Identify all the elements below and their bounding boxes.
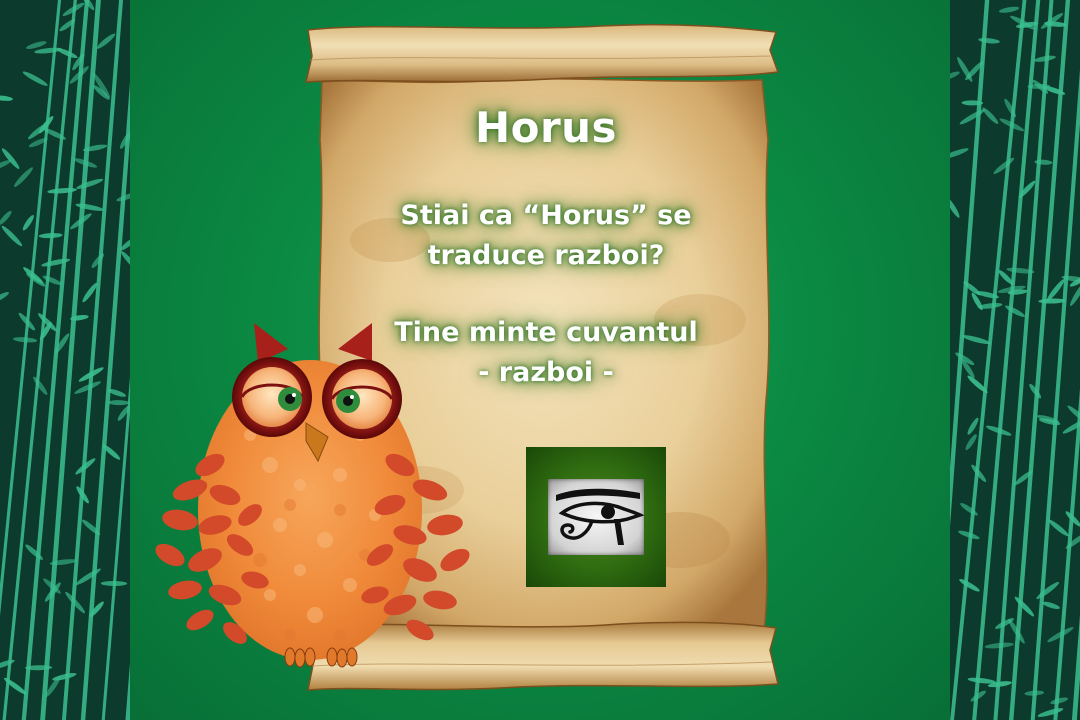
slide: Horus Stiai ca “Horus” se traduce razboi… [0,0,1080,720]
eye-of-horus-tile [548,479,644,555]
question-line-2: traduce razboi? [427,240,665,271]
question-text: Stiai ca “Horus” se traduce razboi? [6,196,1080,276]
question-line-1: Stiai ca “Horus” se [400,200,692,231]
owl-illustration [155,323,470,668]
owl-mascot [150,315,490,675]
eye-of-horus-icon [556,488,644,545]
eye-of-horus-frame [526,447,666,587]
slide-title: Horus [474,103,618,152]
